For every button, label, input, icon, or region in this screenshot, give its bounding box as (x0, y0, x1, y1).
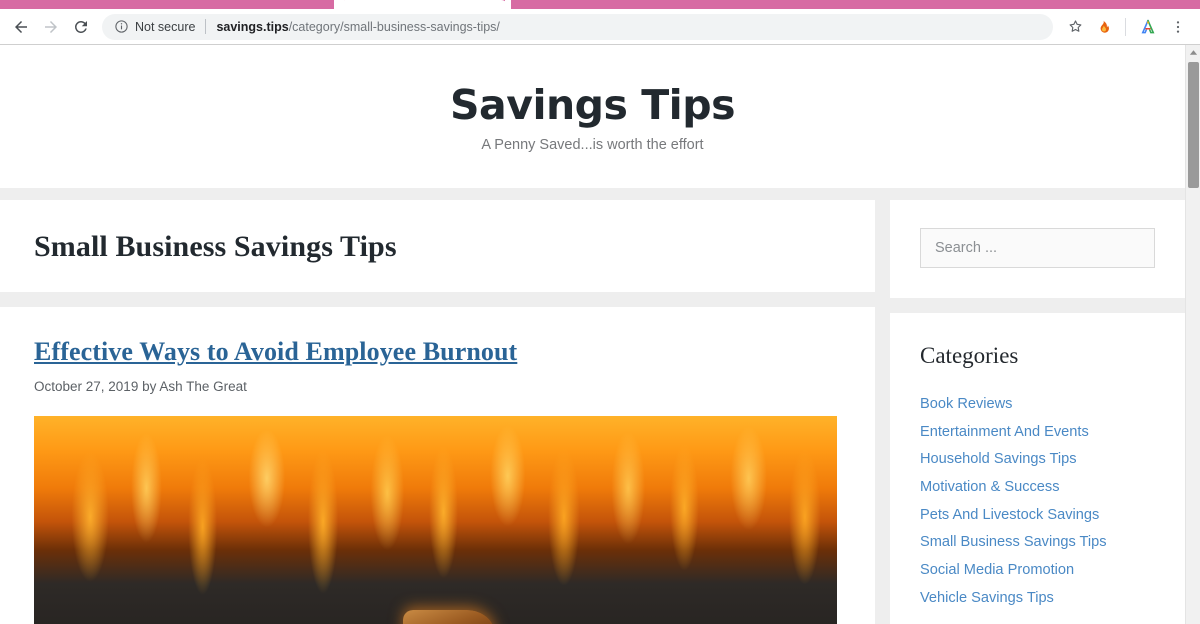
list-item: Book Reviews (920, 395, 1155, 415)
categories-heading: Categories (920, 343, 1019, 368)
category-link-pets-and-livestock-savings[interactable]: Pets And Livestock Savings (920, 506, 1099, 526)
url-host: savings.tips (216, 19, 289, 34)
site-title[interactable]: Savings Tips (450, 81, 735, 129)
toolbar-divider (1125, 17, 1126, 36)
site-header: Savings Tips A Penny Saved...is worth th… (0, 45, 1185, 188)
profile-avatar-icon[interactable] (1134, 13, 1162, 41)
category-link-social-media-promotion[interactable]: Social Media Promotion (920, 561, 1074, 581)
content-row: Small Business Savings Tips Effective Wa… (0, 188, 1185, 624)
address-bar[interactable]: Not secure savings.tips/category/small-b… (102, 13, 1053, 40)
list-item: Motivation & Success (920, 478, 1155, 498)
security-indicator[interactable]: Not secure (114, 19, 195, 34)
burning-letter-shape (403, 610, 496, 624)
archive-header-card: Small Business Savings Tips (0, 200, 875, 292)
search-input[interactable] (920, 228, 1155, 268)
list-item: Social Media Promotion (920, 561, 1155, 581)
post-title-heading: Effective Ways to Avoid Employee Burnout (34, 337, 841, 367)
back-button[interactable] (6, 12, 36, 42)
list-item: Vehicle Savings Tips (920, 589, 1155, 609)
list-item: Small Business Savings Tips (920, 533, 1155, 553)
info-circle-icon (115, 20, 128, 33)
categories-list: Book Reviews Entertainment And Events Ho… (920, 395, 1155, 609)
page-scrollbar[interactable] (1185, 45, 1200, 624)
list-item: Entertainment And Events (920, 423, 1155, 443)
forward-button[interactable] (36, 12, 66, 42)
web-page: Savings Tips A Penny Saved...is worth th… (0, 45, 1185, 624)
sidebar: Categories Book Reviews Entertainment An… (890, 200, 1185, 624)
flame-extension-icon[interactable] (1091, 13, 1119, 41)
category-link-household-savings-tips[interactable]: Household Savings Tips (920, 450, 1077, 470)
category-link-small-business-savings-tips[interactable]: Small Business Savings Tips (920, 533, 1107, 553)
browser-tab-active[interactable] (338, 0, 508, 9)
reload-button[interactable] (66, 12, 96, 42)
site-tagline: A Penny Saved...is worth the effort (481, 136, 704, 153)
post-card: Effective Ways to Avoid Employee Burnout… (0, 307, 875, 624)
list-item: Pets And Livestock Savings (920, 506, 1155, 526)
browser-tab-inactive-left[interactable] (0, 0, 336, 9)
search-widget (890, 200, 1185, 298)
category-link-vehicle-savings-tips[interactable]: Vehicle Savings Tips (920, 589, 1054, 609)
scrollbar-thumb[interactable] (1188, 62, 1199, 188)
page-title: Small Business Savings Tips (34, 230, 397, 263)
post-featured-image[interactable] (34, 416, 837, 624)
post-title-link[interactable]: Effective Ways to Avoid Employee Burnout (34, 337, 517, 366)
browser-chrome: Not secure savings.tips/category/small-b… (0, 0, 1200, 45)
bookmark-star-icon[interactable] (1061, 13, 1089, 41)
tab-strip (0, 0, 1200, 9)
scroll-up-arrow-icon[interactable] (1186, 45, 1200, 60)
post-meta: October 27, 2019 by Ash The Great (34, 379, 247, 394)
url-text: savings.tips/category/small-business-sav… (216, 20, 499, 34)
browser-toolbar: Not secure savings.tips/category/small-b… (0, 9, 1200, 45)
browser-tab-inactive-right[interactable] (511, 0, 1200, 9)
security-status-text: Not secure (135, 19, 196, 34)
category-link-motivation-and-success[interactable]: Motivation & Success (920, 478, 1060, 498)
categories-widget: Categories Book Reviews Entertainment An… (890, 313, 1185, 624)
list-item: Household Savings Tips (920, 450, 1155, 470)
main-column: Small Business Savings Tips Effective Wa… (0, 200, 875, 624)
page-viewport: Savings Tips A Penny Saved...is worth th… (0, 45, 1200, 624)
category-link-book-reviews[interactable]: Book Reviews (920, 395, 1012, 415)
url-path: /category/small-business-savings-tips/ (288, 19, 500, 34)
omnibox-divider (205, 19, 207, 34)
category-link-entertainment-and-events[interactable]: Entertainment And Events (920, 423, 1089, 443)
chrome-menu-icon[interactable] (1164, 13, 1192, 41)
